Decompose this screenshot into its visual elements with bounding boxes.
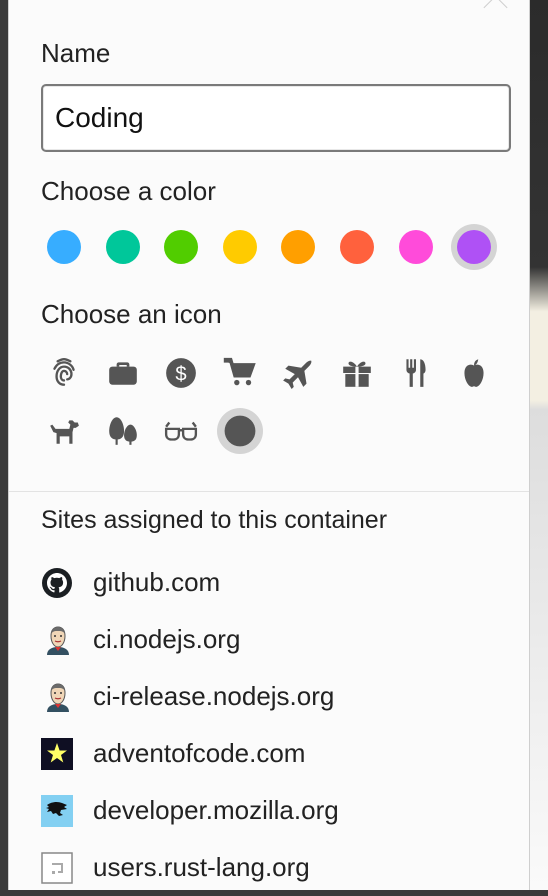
color-label: Choose a color (41, 176, 216, 206)
jenkins-icon (41, 624, 73, 656)
tree-icon[interactable] (100, 408, 146, 454)
color-dot (47, 230, 81, 264)
name-input-value: Coding (55, 102, 144, 133)
mdn-dino-icon (41, 794, 73, 827)
divider (9, 491, 529, 492)
color-dot (164, 230, 199, 264)
color-dot (281, 230, 316, 264)
jenkins-icon (41, 681, 73, 713)
site-label: developer.mozilla.org (93, 795, 339, 825)
cart-icon[interactable] (217, 350, 263, 396)
circle-icon[interactable] (216, 408, 263, 454)
color-swatch-blue[interactable] (41, 224, 87, 270)
color-swatch-green[interactable] (158, 224, 204, 270)
color-swatch-turquoise[interactable] (100, 224, 146, 270)
gift-icon[interactable] (334, 350, 380, 396)
plane-icon[interactable] (275, 350, 321, 396)
briefcase-icon[interactable] (100, 350, 146, 396)
color-swatch-purple[interactable] (451, 224, 498, 270)
color-swatch-red[interactable] (334, 224, 380, 270)
name-label: Name (41, 38, 111, 68)
color-swatch-pink[interactable] (393, 224, 439, 270)
site-label: adventofcode.com (93, 738, 306, 768)
background-window (528, 0, 548, 890)
fruit-icon[interactable] (451, 350, 497, 396)
panel-arrow (483, 0, 508, 20)
pet-icon[interactable] (41, 408, 87, 454)
icon-label: Choose an icon (41, 299, 222, 329)
color-dot (339, 230, 374, 264)
color-swatch-orange[interactable] (275, 224, 321, 270)
name-input[interactable]: Coding (41, 84, 511, 152)
site-label: ci.nodejs.org (93, 624, 241, 654)
icon-row (41, 408, 521, 466)
color-dot (105, 230, 140, 264)
icon-picker: $ (41, 350, 521, 466)
site-row[interactable]: adventofcode.com (41, 725, 339, 782)
site-row[interactable]: developer.mozilla.org (41, 782, 339, 839)
site-label: users.rust-lang.org (93, 852, 310, 882)
color-swatch-yellow[interactable] (217, 224, 263, 270)
color-dot (222, 230, 257, 264)
rust-forum-icon (41, 851, 73, 884)
sites-list: github.com ci.nodejs.org ci-release.nodejs… (41, 554, 339, 896)
site-label: ci-release.nodejs.org (93, 681, 335, 711)
food-icon[interactable] (393, 350, 439, 396)
site-row[interactable]: users.rust-lang.org (41, 839, 339, 896)
icon-row: $ (41, 350, 521, 408)
color-dot (457, 230, 492, 264)
site-row[interactable]: ci-release.nodejs.org (41, 668, 339, 725)
svg-text:$: $ (176, 363, 187, 385)
color-dot (398, 230, 433, 264)
star-icon (41, 737, 73, 770)
color-picker (41, 224, 510, 270)
site-label: github.com (93, 567, 221, 597)
github-icon (41, 567, 73, 599)
fingerprint-icon[interactable] (41, 350, 87, 396)
glasses-icon[interactable] (158, 408, 204, 454)
dollar-icon[interactable]: $ (158, 350, 204, 396)
site-row[interactable]: github.com (41, 554, 339, 611)
sites-label: Sites assigned to this container (41, 506, 388, 534)
container-edit-panel: Name Coding Choose a color Choose an ico… (8, 0, 530, 890)
site-row[interactable]: ci.nodejs.org (41, 611, 339, 668)
